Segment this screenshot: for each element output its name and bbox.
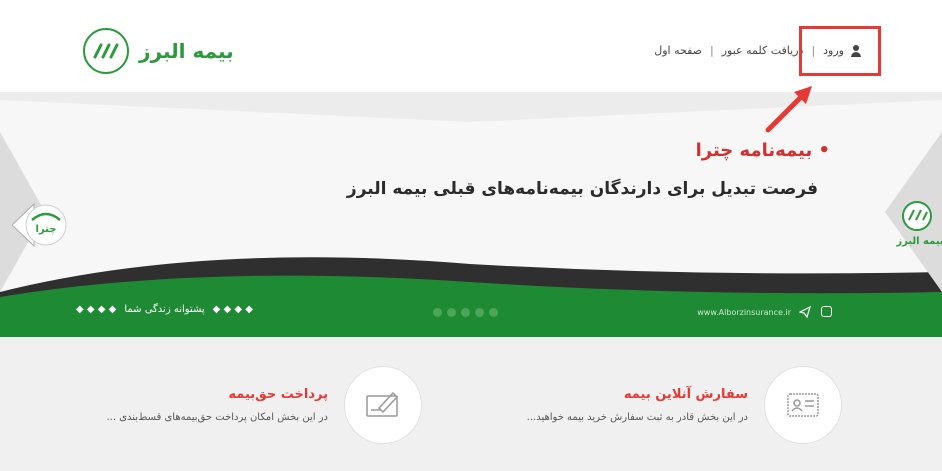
login-highlight-box (799, 26, 881, 76)
instagram-icon[interactable] (821, 306, 832, 317)
service-premium-payment[interactable]: پرداخت حق‌بیمه در این بخش امکان پرداخت ح… (106, 366, 422, 444)
get-password-link[interactable]: دریافت کلمه عبور (722, 44, 804, 57)
carousel-dot[interactable] (461, 308, 470, 317)
nav-separator: | (710, 44, 714, 57)
chatra-title: • بیمه‌نامه چترا (695, 140, 830, 161)
telegram-icon[interactable] (799, 306, 811, 318)
id-card-icon (764, 366, 842, 444)
tagline-decoration: ◆ ◆ ◆ ◆ (212, 304, 253, 315)
carousel-dot[interactable] (447, 308, 456, 317)
service-online-order[interactable]: سفارش آنلاین بیمه در این بخش قادر به ثبت… (527, 366, 842, 444)
service-title: سفارش آنلاین بیمه (623, 387, 748, 402)
carousel-dot[interactable] (475, 308, 484, 317)
logo-badge-icon (83, 28, 129, 74)
chatra-logo-icon: چترا (11, 202, 67, 248)
carousel-prev-button[interactable]: چترا (11, 196, 70, 254)
website-url: www.Alborzinsurance.ir (697, 307, 791, 317)
chatra-logo-label: چترا (36, 224, 57, 235)
carousel-dot[interactable] (433, 308, 442, 317)
tagline-decoration: ◆ ◆ ◆ ◆ (76, 304, 117, 315)
logo-text: بیمه البرز (139, 39, 234, 63)
banner-tagline: ◆ ◆ ◆ ◆ پشتوانه زندگی شما ◆ ◆ ◆ ◆ (76, 304, 253, 315)
services-section: سفارش آنلاین بیمه در این بخش قادر به ثبت… (0, 337, 942, 471)
logo[interactable]: بیمه البرز (83, 28, 234, 74)
banner-headline: فرصت تبدیل برای دارندگان بیمه‌نامه‌های ق… (346, 179, 818, 199)
carousel-next-button[interactable]: بیمه البرز (862, 190, 942, 250)
tagline-text: پشتوانه زندگی شما (124, 304, 205, 315)
banner-footer-links: www.Alborzinsurance.ir (697, 306, 832, 318)
check-signing-icon (344, 366, 422, 444)
carousel-dot[interactable] (489, 308, 498, 317)
home-link[interactable]: صفحه اول (654, 44, 702, 57)
alborz-logo-label: بیمه البرز (895, 236, 942, 247)
carousel-dots (433, 308, 498, 317)
social-icons (799, 306, 832, 318)
service-description: در این بخش امکان پرداخت حق‌بیمه‌های قسط‌… (106, 412, 329, 423)
service-description: در این بخش قادر به ثبت سفارش خرید بیمه خ… (526, 412, 748, 423)
service-title: پرداخت حق‌بیمه (228, 387, 328, 402)
alborz-logo-icon: بیمه البرز (895, 201, 942, 247)
annotation-arrow-icon (765, 86, 812, 133)
